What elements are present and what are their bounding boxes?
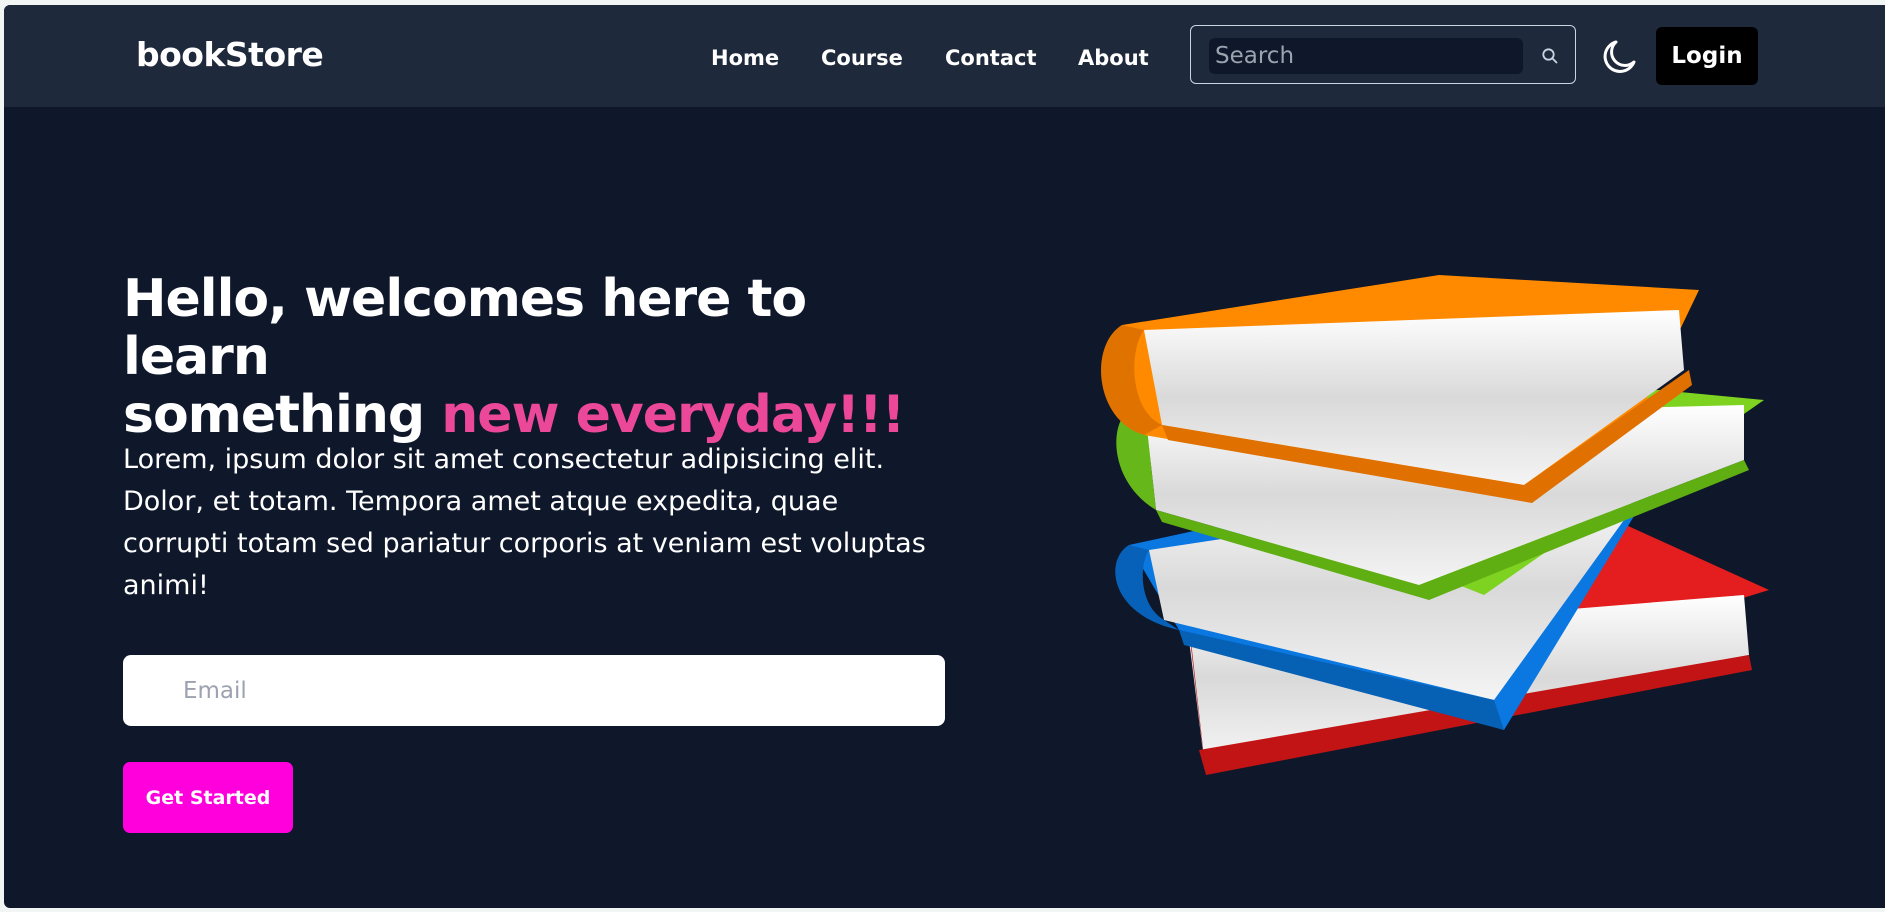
app-window: bookStore Home Course Contact About Logi… — [4, 5, 1885, 908]
hero-title-accent: new everyday!!! — [441, 385, 905, 445]
nav-link-contact[interactable]: Contact — [945, 46, 1037, 70]
search-icon[interactable] — [1540, 46, 1560, 66]
email-field[interactable] — [123, 655, 945, 726]
book-stack-illustration — [1101, 275, 1769, 775]
hero-title-prefix: something — [123, 385, 425, 445]
hero-title-line1: Hello, welcomes here to learn — [123, 269, 807, 387]
hero-description: Lorem, ipsum dolor sit amet consectetur … — [123, 444, 926, 601]
search-box — [1190, 25, 1576, 84]
brand-logo[interactable]: bookStore — [136, 35, 324, 74]
nav-link-home[interactable]: Home — [711, 46, 779, 70]
login-button[interactable]: Login — [1656, 27, 1758, 85]
moon-icon[interactable] — [1599, 37, 1639, 77]
nav-link-about[interactable]: About — [1078, 46, 1149, 70]
hero-title: Hello, welcomes here to learn something … — [123, 270, 943, 444]
nav-link-course[interactable]: Course — [821, 46, 903, 70]
navbar: bookStore Home Course Contact About Logi… — [4, 5, 1885, 107]
search-input[interactable] — [1209, 38, 1523, 74]
get-started-button[interactable]: Get Started — [123, 762, 293, 833]
